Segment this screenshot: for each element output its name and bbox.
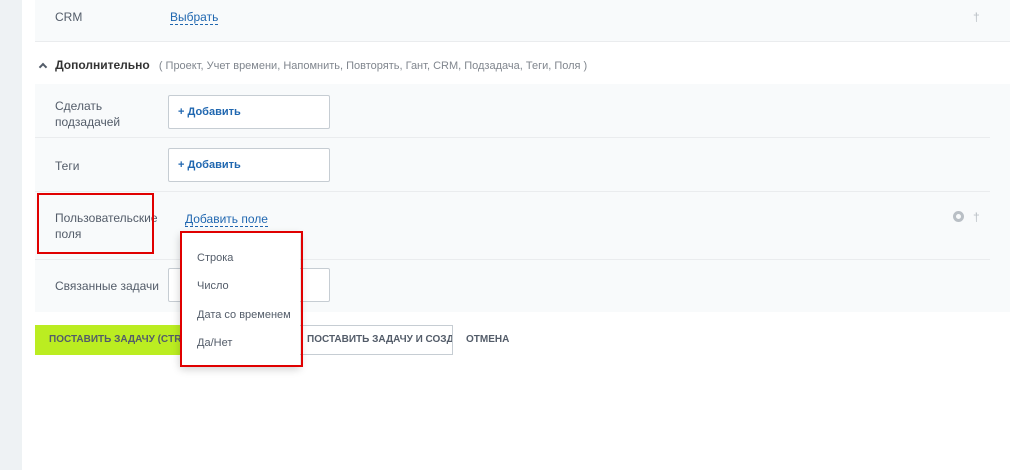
menu-item-number[interactable]: Число — [197, 280, 229, 292]
menu-item-datetime[interactable]: Дата со временем — [197, 309, 291, 321]
gear-icon[interactable] — [953, 211, 964, 222]
menu-item-string[interactable]: Строка — [197, 252, 233, 264]
subtask-add-label: + Добавить — [178, 106, 241, 118]
extra-section-title: Дополнительно — [55, 58, 150, 72]
crm-select-link[interactable]: Выбрать — [170, 10, 219, 25]
related-tasks-label: Связанные задачи — [55, 279, 160, 293]
crm-row: CRM Выбрать † — [35, 0, 1010, 42]
add-field-link[interactable]: Добавить поле — [185, 212, 268, 227]
menu-item-boolean[interactable]: Да/Нет — [197, 337, 232, 349]
extra-section-items: ( Проект, Учет времени, Напомнить, Повто… — [158, 60, 588, 72]
subtask-label-line2: подзадачей — [55, 115, 121, 129]
pin-icon[interactable]: † — [973, 10, 980, 24]
submit-task-button[interactable]: ПОСТАВИТЬ ЗАДАЧУ (CTRL+ENTER) — [35, 325, 195, 355]
tags-label: Теги — [55, 159, 80, 173]
custom-fields-label-line1: Пользовательские — [55, 211, 158, 225]
tags-add-label: + Добавить — [178, 159, 241, 171]
custom-fields-label-line2: поля — [55, 227, 82, 241]
custom-fields-row: Пользовательские поля Добавить поле — [35, 192, 990, 260]
subtask-label-line1: Сделать — [55, 99, 103, 113]
tags-row: Теги + Добавить — [35, 138, 990, 192]
tags-add-button[interactable]: + Добавить — [168, 148, 330, 182]
extra-section-header[interactable]: Дополнительно ( Проект, Учет времени, На… — [38, 58, 588, 72]
crm-label: CRM — [55, 10, 83, 24]
field-type-menu: Строка Число Дата со временем Да/Нет — [180, 232, 300, 366]
cancel-button[interactable]: ОТМЕНА — [466, 325, 509, 355]
pin-icon[interactable]: † — [973, 210, 980, 224]
chevron-up-icon — [38, 62, 48, 72]
subtask-add-button[interactable]: + Добавить — [168, 95, 330, 129]
subtask-row: Сделать подзадачей + Добавить — [35, 84, 990, 138]
